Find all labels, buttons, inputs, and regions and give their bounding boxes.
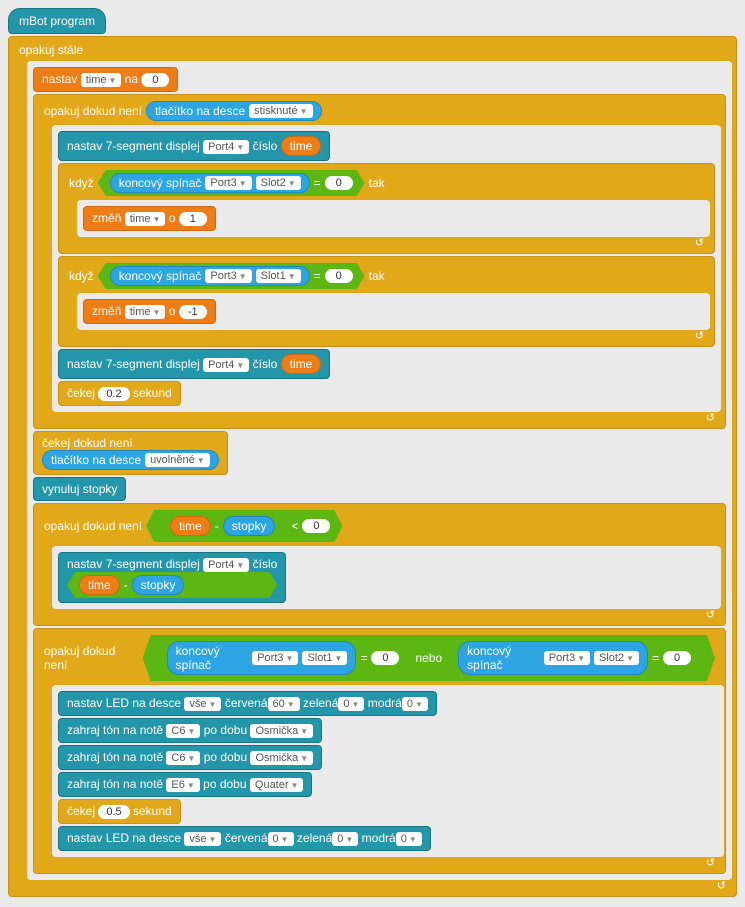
wait-until-block[interactable]: čekej dokud není tlačítko na desce uvoln… bbox=[33, 431, 228, 475]
set-led-1[interactable]: nastav LED na desce vše červená60 zelená… bbox=[58, 691, 437, 716]
set-7seg-1[interactable]: nastav 7-segment displej Port4 číslo tim… bbox=[58, 131, 330, 161]
forever-body: nastav time na 0 opakuj dokud není tlačí… bbox=[27, 61, 732, 880]
pressed-dropdown[interactable]: stisknuté bbox=[249, 104, 312, 118]
time-reporter[interactable]: time bbox=[281, 136, 322, 156]
change-time-2[interactable]: změň time o -1 bbox=[83, 299, 216, 324]
set-led-2[interactable]: nastav LED na desce vše červená0 zelená0… bbox=[58, 826, 431, 851]
minus-op-2[interactable]: time - stopky bbox=[67, 572, 277, 598]
forever-loop[interactable]: opakuj stále nastav time na 0 opakuj dok… bbox=[8, 36, 737, 897]
equals-1[interactable]: koncový spínač Port3 Slot2 = 0 bbox=[98, 170, 365, 196]
repeat-until-2[interactable]: opakuj dokud není time - stopky < 0 nast… bbox=[33, 503, 726, 626]
equals-2[interactable]: koncový spínač Port3 Slot1 = 0 bbox=[98, 263, 365, 289]
play-tone-1[interactable]: zahraj tón na notě C6 po dobu Osmička bbox=[58, 718, 322, 743]
lt-op[interactable]: time - stopky < 0 bbox=[146, 510, 342, 542]
limit-switch-1[interactable]: koncový spínač Port3 Slot2 bbox=[110, 173, 310, 193]
change-time-1[interactable]: změň time o 1 bbox=[83, 206, 216, 231]
value-input[interactable]: 0 bbox=[141, 73, 169, 87]
set-7seg-3[interactable]: nastav 7-segment displej Port4 číslo tim… bbox=[58, 552, 286, 603]
reset-timer-block[interactable]: vynuluj stopky bbox=[33, 477, 126, 501]
timer-reporter[interactable]: stopky bbox=[223, 516, 276, 536]
repeat-until-3[interactable]: opakuj dokud není koncový spínač Port3 S… bbox=[33, 628, 726, 874]
eq-4[interactable]: koncový spínač Port3 Slot2 = 0 bbox=[446, 638, 703, 678]
board-button-reporter[interactable]: tlačítko na desce stisknuté bbox=[146, 101, 321, 121]
hat-block[interactable]: mBot program bbox=[8, 8, 106, 34]
wait-1[interactable]: čekej 0.2 sekund bbox=[58, 381, 181, 406]
play-tone-2[interactable]: zahraj tón na notě C6 po dobu Osmička bbox=[58, 745, 322, 770]
or-op[interactable]: koncový spínač Port3 Slot1 = 0 nebo konc… bbox=[143, 635, 715, 681]
hat-label: mBot program bbox=[19, 14, 95, 28]
forever-label: opakuj stále bbox=[19, 43, 83, 57]
limit-switch-2[interactable]: koncový spínač Port3 Slot1 bbox=[110, 266, 310, 286]
wait-2[interactable]: čekej 0.5 sekund bbox=[58, 799, 181, 824]
board-button-released[interactable]: tlačítko na desce uvolněné bbox=[42, 450, 219, 470]
repeat-until-1[interactable]: opakuj dokud není tlačítko na desce stis… bbox=[33, 94, 726, 429]
eq-3[interactable]: koncový spínač Port3 Slot1 = 0 bbox=[155, 638, 412, 678]
port-dropdown[interactable]: Port4 bbox=[203, 140, 249, 154]
minus-op-1[interactable]: time - stopky bbox=[158, 513, 287, 539]
if-1[interactable]: když koncový spínač Port3 Slot2 = 0 tak bbox=[58, 163, 715, 254]
set-7seg-2[interactable]: nastav 7-segment displej Port4 číslo tim… bbox=[58, 349, 330, 379]
play-tone-3[interactable]: zahraj tón na notě E6 po dobu Quater bbox=[58, 772, 312, 797]
var-dropdown[interactable]: time bbox=[81, 73, 122, 87]
if-2[interactable]: když koncový spínač Port3 Slot1 = 0 tak bbox=[58, 256, 715, 347]
set-time-block[interactable]: nastav time na 0 bbox=[33, 67, 178, 92]
